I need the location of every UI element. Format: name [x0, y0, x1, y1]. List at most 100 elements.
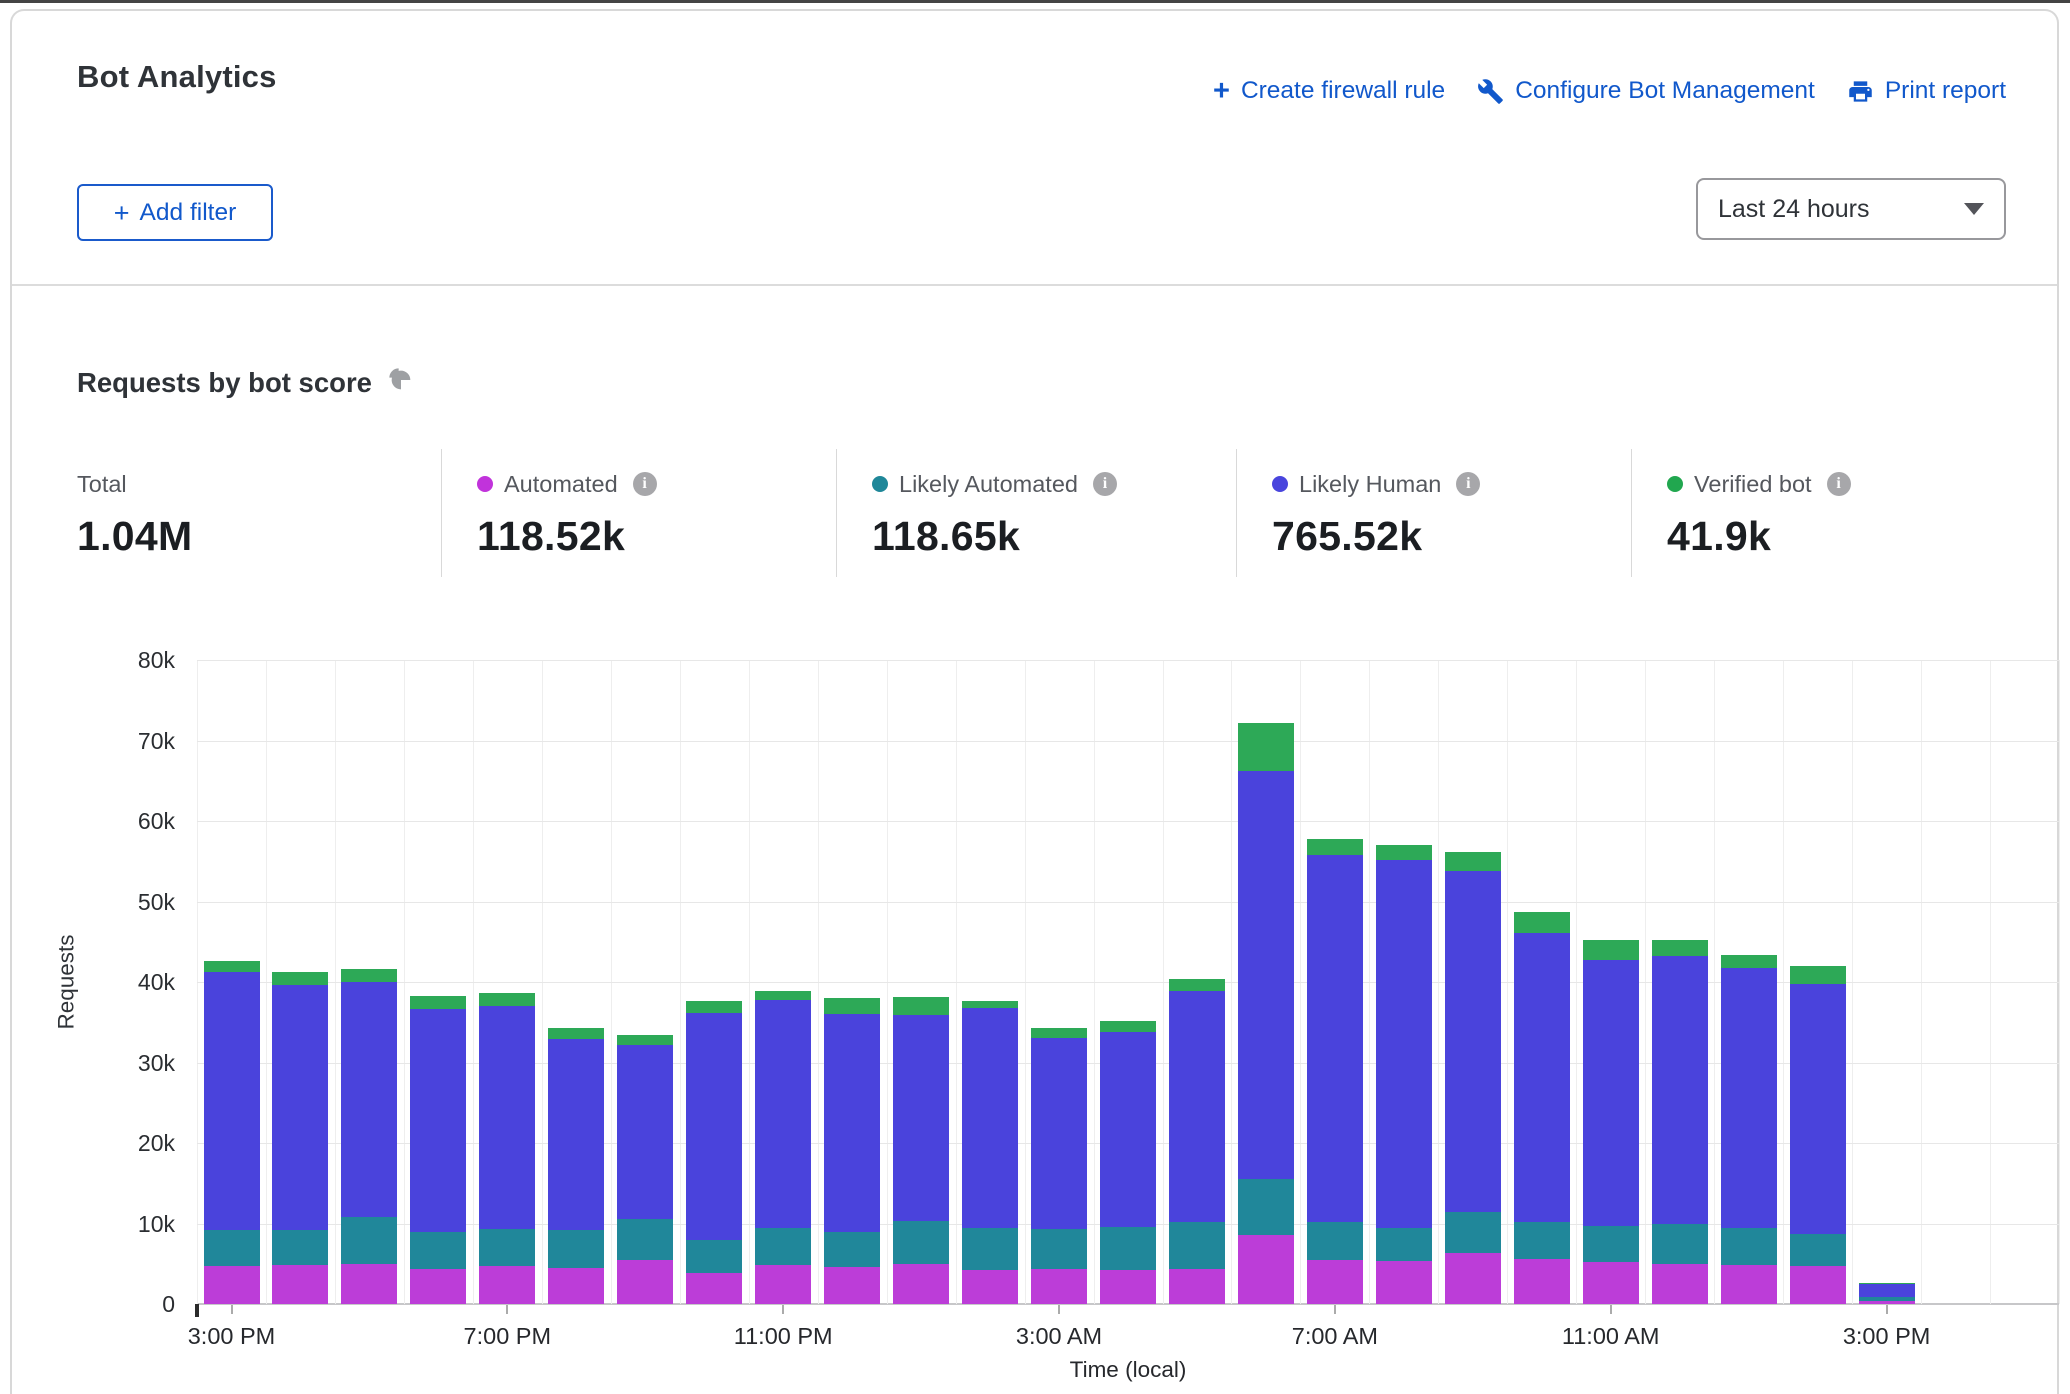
bar-segment-likely-automated[interactable] [686, 1240, 742, 1273]
bar-segment-likely-automated[interactable] [1445, 1212, 1501, 1253]
bar-segment-automated[interactable] [1169, 1269, 1225, 1304]
bar-segment-automated[interactable] [410, 1269, 466, 1304]
bar-segment-likely-automated[interactable] [1307, 1222, 1363, 1260]
bar-segment-likely-human[interactable] [410, 1009, 466, 1231]
bar-segment-verified-bot[interactable] [617, 1035, 673, 1045]
bar-segment-verified-bot[interactable] [1376, 845, 1432, 860]
bar-segment-automated[interactable] [341, 1264, 397, 1304]
bar-segment-verified-bot[interactable] [204, 961, 260, 972]
info-icon[interactable]: i [1456, 472, 1480, 496]
bar-segment-likely-automated[interactable] [1859, 1297, 1915, 1301]
bar-segment-verified-bot[interactable] [1514, 912, 1570, 933]
bar-segment-automated[interactable] [204, 1266, 260, 1304]
bar-segment-verified-bot[interactable] [755, 991, 811, 1000]
bar-segment-likely-human[interactable] [962, 1008, 1018, 1229]
bar-segment-verified-bot[interactable] [1238, 723, 1294, 771]
bar-segment-automated[interactable] [1100, 1270, 1156, 1304]
bar-segment-likely-human[interactable] [1790, 984, 1846, 1234]
bar-segment-likely-human[interactable] [755, 1000, 811, 1229]
bar-segment-likely-human[interactable] [204, 972, 260, 1230]
bar-segment-verified-bot[interactable] [1721, 955, 1777, 968]
bar-segment-automated[interactable] [1790, 1266, 1846, 1304]
bar-segment-likely-automated[interactable] [204, 1230, 260, 1266]
bar-segment-likely-human[interactable] [272, 985, 328, 1230]
bar-segment-verified-bot[interactable] [410, 996, 466, 1010]
bar-segment-automated[interactable] [479, 1266, 535, 1304]
bar-segment-likely-human[interactable] [1583, 960, 1639, 1226]
info-icon[interactable]: i [1827, 472, 1851, 496]
configure-bot-management-link[interactable]: Configure Bot Management [1477, 77, 1815, 105]
bar-segment-automated[interactable] [1652, 1264, 1708, 1304]
bar-segment-automated[interactable] [1859, 1301, 1915, 1304]
bar-segment-likely-automated[interactable] [1652, 1224, 1708, 1263]
bar-segment-likely-automated[interactable] [962, 1228, 1018, 1270]
bar-segment-likely-human[interactable] [1376, 860, 1432, 1229]
bar-segment-likely-automated[interactable] [755, 1228, 811, 1265]
bar-segment-automated[interactable] [617, 1260, 673, 1304]
bar-segment-automated[interactable] [1376, 1261, 1432, 1304]
bar-segment-likely-automated[interactable] [1376, 1228, 1432, 1261]
bar-segment-automated[interactable] [686, 1273, 742, 1304]
bar-segment-likely-automated[interactable] [479, 1229, 535, 1266]
bar-segment-automated[interactable] [272, 1265, 328, 1304]
bar-segment-automated[interactable] [824, 1267, 880, 1304]
bar-segment-automated[interactable] [1514, 1259, 1570, 1304]
bar-segment-likely-human[interactable] [1238, 771, 1294, 1179]
bar-segment-likely-human[interactable] [893, 1015, 949, 1221]
bar-segment-automated[interactable] [962, 1270, 1018, 1304]
bar-segment-likely-human[interactable] [1445, 871, 1501, 1212]
create-firewall-rule-link[interactable]: + Create firewall rule [1213, 77, 1445, 105]
bar-segment-likely-automated[interactable] [1031, 1229, 1087, 1269]
bar-segment-automated[interactable] [1238, 1235, 1294, 1304]
bar-segment-likely-automated[interactable] [1583, 1226, 1639, 1262]
bar-segment-likely-human[interactable] [1652, 956, 1708, 1224]
bar-segment-automated[interactable] [1307, 1260, 1363, 1304]
bar-segment-verified-bot[interactable] [272, 972, 328, 985]
bar-segment-likely-automated[interactable] [410, 1232, 466, 1269]
bar-segment-likely-automated[interactable] [824, 1232, 880, 1267]
bar-segment-likely-automated[interactable] [1790, 1234, 1846, 1266]
bar-segment-likely-human[interactable] [479, 1006, 535, 1229]
print-report-link[interactable]: Print report [1847, 77, 2006, 105]
bar-segment-verified-bot[interactable] [893, 997, 949, 1016]
bar-segment-verified-bot[interactable] [479, 993, 535, 1006]
bar-segment-likely-automated[interactable] [1514, 1222, 1570, 1259]
bar-segment-likely-human[interactable] [1031, 1038, 1087, 1229]
bar-segment-likely-human[interactable] [1721, 968, 1777, 1228]
bar-segment-likely-automated[interactable] [1100, 1227, 1156, 1271]
bar-segment-verified-bot[interactable] [1169, 979, 1225, 991]
bar-segment-verified-bot[interactable] [1652, 940, 1708, 956]
bar-segment-automated[interactable] [548, 1268, 604, 1304]
bar-segment-likely-automated[interactable] [341, 1217, 397, 1264]
bar-segment-verified-bot[interactable] [1790, 966, 1846, 984]
bar-segment-automated[interactable] [1445, 1253, 1501, 1304]
bar-segment-likely-automated[interactable] [1238, 1179, 1294, 1235]
bar-segment-likely-human[interactable] [548, 1039, 604, 1230]
time-range-select[interactable]: Last 24 hours [1696, 178, 2006, 240]
bar-segment-likely-human[interactable] [1514, 933, 1570, 1222]
bar-segment-likely-human[interactable] [341, 982, 397, 1217]
info-icon[interactable]: i [633, 472, 657, 496]
bar-segment-likely-automated[interactable] [617, 1219, 673, 1260]
bar-segment-likely-automated[interactable] [548, 1230, 604, 1268]
info-icon[interactable]: i [1093, 472, 1117, 496]
bar-segment-verified-bot[interactable] [686, 1001, 742, 1013]
bar-segment-likely-human[interactable] [1169, 991, 1225, 1222]
bar-segment-verified-bot[interactable] [1031, 1028, 1087, 1039]
bar-segment-automated[interactable] [1583, 1262, 1639, 1304]
bar-segment-automated[interactable] [893, 1264, 949, 1304]
bar-segment-verified-bot[interactable] [1445, 852, 1501, 871]
bar-segment-likely-human[interactable] [824, 1014, 880, 1232]
bar-segment-likely-human[interactable] [1859, 1284, 1915, 1297]
bar-segment-verified-bot[interactable] [548, 1028, 604, 1039]
add-filter-button[interactable]: + Add filter [77, 184, 273, 241]
bar-segment-verified-bot[interactable] [962, 1001, 1018, 1007]
bar-segment-verified-bot[interactable] [1307, 839, 1363, 855]
bar-segment-likely-human[interactable] [1307, 855, 1363, 1222]
bar-segment-verified-bot[interactable] [824, 998, 880, 1014]
bar-segment-likely-human[interactable] [1100, 1032, 1156, 1227]
bar-segment-likely-automated[interactable] [1169, 1222, 1225, 1270]
bar-segment-verified-bot[interactable] [1583, 940, 1639, 960]
bar-segment-likely-automated[interactable] [1721, 1228, 1777, 1266]
bar-segment-likely-human[interactable] [686, 1013, 742, 1239]
